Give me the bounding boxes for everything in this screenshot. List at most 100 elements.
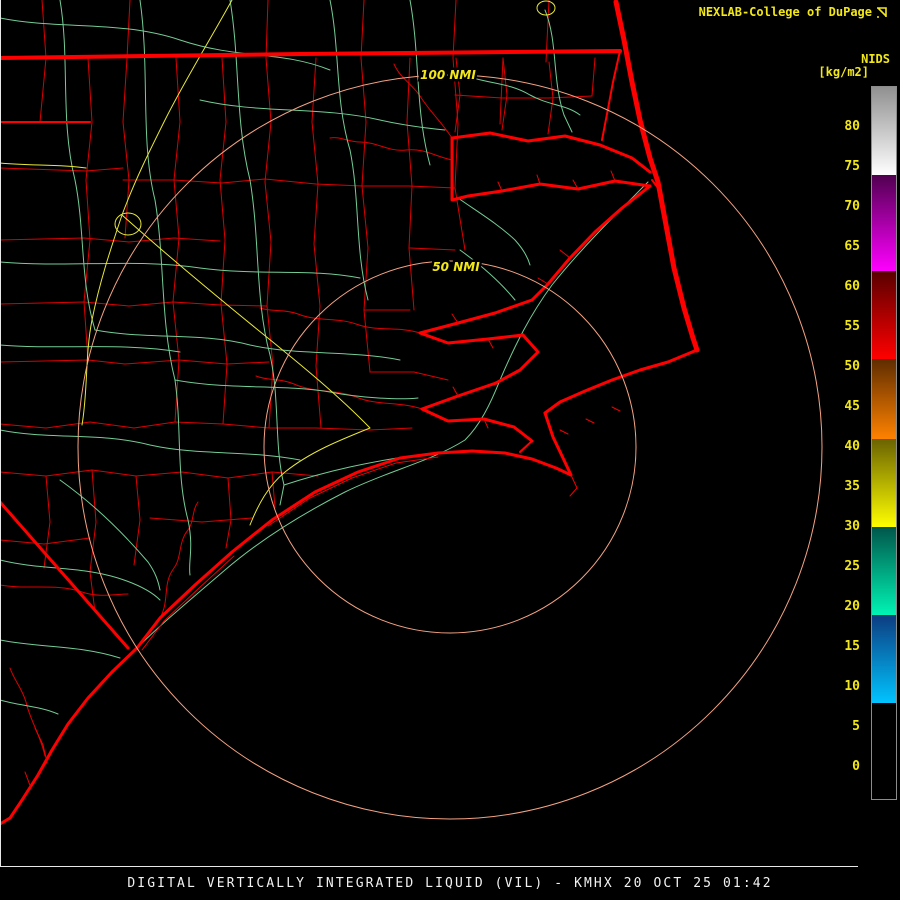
roads-green — [174, 379, 419, 400]
county-lines — [89, 469, 97, 613]
roads-green-layer — [0, 0, 649, 715]
cod-logo-icon — [877, 6, 887, 18]
coast-detail — [569, 474, 578, 497]
colorbar-segment — [872, 175, 896, 271]
county-lines — [311, 57, 322, 429]
county-lines — [409, 247, 456, 251]
roads-green — [544, 9, 573, 133]
rivers — [0, 584, 129, 596]
coastline — [543, 348, 699, 415]
colorbar-title: NIDS — [861, 52, 890, 66]
colorbar-tick-label: 35 — [844, 479, 860, 494]
colorbar-segment — [872, 703, 896, 799]
coast-detail — [611, 406, 621, 412]
roads-green — [59, 0, 96, 331]
roads-green — [136, 181, 649, 649]
range-ring-label: 50 NMI — [432, 260, 480, 274]
colorbar — [871, 86, 897, 800]
county-lines — [0, 167, 124, 172]
county-lines — [0, 421, 413, 431]
colorbar-segment — [872, 271, 896, 359]
colorbar-segment — [872, 359, 896, 439]
frame-bottom-border — [0, 866, 858, 867]
product-caption: DIGITAL VERTICALLY INTEGRATED LIQUID (VI… — [127, 876, 773, 891]
colorbar-tick-label: 50 — [844, 359, 860, 374]
coastline — [450, 131, 652, 174]
range-ring-50nmi — [263, 260, 637, 634]
coast-detail — [267, 456, 439, 527]
colorbar-tick-label: 15 — [844, 639, 860, 654]
county-lines — [452, 0, 459, 189]
county-lines — [0, 469, 319, 479]
coastline — [420, 381, 534, 443]
county-lines — [0, 359, 270, 365]
county-lines — [0, 537, 91, 545]
colorbar-tick-label: 30 — [844, 519, 860, 534]
roads-yellow — [0, 162, 87, 169]
colorbar-units: [kg/m2] — [818, 65, 869, 79]
roads-green — [459, 249, 516, 301]
state-borders — [0, 49, 622, 60]
roads-green — [457, 197, 531, 266]
roads-green — [0, 639, 121, 659]
colorbar-tick-label: 70 — [844, 199, 860, 214]
rivers — [259, 307, 421, 334]
colorbar-tick-label: 65 — [844, 239, 860, 254]
roads-green — [329, 0, 369, 301]
coastline — [519, 440, 533, 453]
coastline — [530, 184, 652, 302]
rivers — [9, 667, 46, 757]
colorbar-tick-label: 25 — [844, 559, 860, 574]
county-lines — [39, 0, 47, 123]
colorbar-tick-label: 55 — [844, 319, 860, 334]
coastline — [450, 136, 652, 202]
coastline-layer — [0, 0, 700, 826]
coast-detail — [487, 338, 494, 349]
roads-green — [174, 379, 192, 576]
roads-green — [0, 17, 331, 71]
range-ring-100nmi — [77, 74, 823, 820]
coast-detail — [141, 555, 235, 651]
county-lines — [149, 517, 253, 523]
rivers — [255, 375, 423, 410]
roads-green — [59, 479, 161, 591]
coastline — [613, 0, 700, 353]
range-rings-layer: 50 NMI 100 NMI — [77, 66, 823, 820]
county-lines — [219, 57, 228, 425]
range-ring-label: 100 NMI — [420, 68, 476, 82]
county-lines — [225, 477, 232, 549]
county-lines — [499, 57, 504, 125]
roads-green — [0, 429, 301, 461]
colorbar-tick-label: 60 — [844, 279, 860, 294]
credit-label: NEXLAB-College of DuPage — [698, 5, 872, 19]
credit-text: NEXLAB-College of DuPage — [699, 5, 888, 19]
county-lines — [122, 178, 456, 189]
radar-display-frame: 50 NMI 100 NMI NEXLAB-College of DuPage N… — [0, 0, 900, 900]
coastline — [601, 50, 621, 141]
coastline — [418, 298, 534, 345]
colorbar-tick-label: 80 — [844, 119, 860, 134]
coast-detail — [497, 181, 503, 192]
colorbar-segment — [872, 527, 896, 615]
coast-detail — [559, 429, 569, 435]
frame-left-border — [0, 0, 1, 867]
radar-map: 50 NMI 100 NMI — [0, 0, 823, 826]
roads-yellow — [121, 214, 371, 526]
roads-green — [0, 261, 361, 279]
coastline — [0, 451, 440, 826]
coast-detail — [536, 174, 541, 185]
colorbar-segment — [872, 615, 896, 703]
roads-green — [94, 329, 401, 361]
colorbar-segment — [872, 87, 896, 175]
rivers-layer — [0, 63, 453, 757]
coast-detail — [452, 386, 459, 397]
county-lines — [591, 57, 596, 97]
colorbar-tick-label: 10 — [844, 679, 860, 694]
coast-detail — [451, 313, 459, 324]
colorbar-tick-label: 40 — [844, 439, 860, 454]
colorbar-tick-label: 20 — [844, 599, 860, 614]
county-lines — [369, 371, 449, 381]
county-lines — [0, 237, 221, 243]
roads-green — [0, 344, 181, 353]
coast-detail — [559, 249, 571, 259]
